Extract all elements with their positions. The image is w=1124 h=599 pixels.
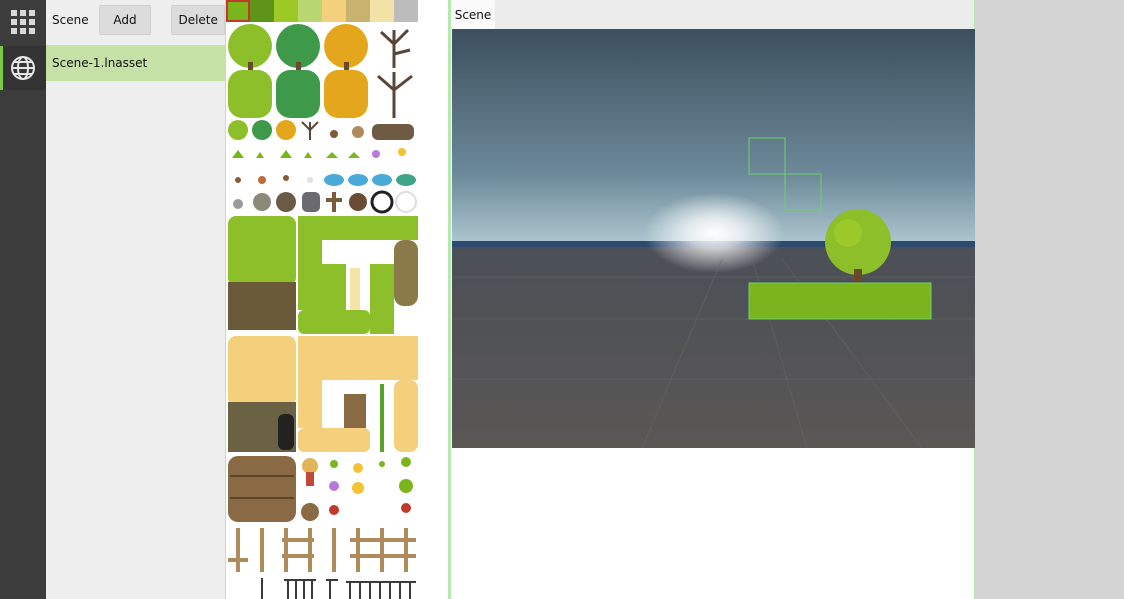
scene-tabbar: Scene [451, 0, 974, 29]
tab-scene[interactable]: Scene [451, 0, 495, 29]
delete-button[interactable]: Delete [171, 5, 225, 35]
iron-fence-tiles [261, 578, 416, 599]
grass-platform-object [748, 282, 932, 320]
scene-world-button[interactable] [0, 46, 46, 90]
scene-list-item-label: Scene-1.lnasset [52, 56, 148, 70]
scene-panel-title: Scene [52, 13, 89, 27]
sun-glow [644, 193, 784, 273]
tileset-image[interactable] [226, 0, 450, 599]
grass-cliff-tiles [228, 216, 418, 334]
sand-cliff-tiles [228, 336, 418, 452]
ground-plane [452, 243, 975, 448]
color-swatches [226, 0, 418, 22]
scene-panel-header: Scene Add Delete [46, 0, 225, 40]
scene-panel: Scene Add Delete Scene-1.lnasset [46, 0, 225, 599]
add-button[interactable]: Add [98, 5, 152, 35]
active-indicator [0, 46, 3, 90]
fence-tiles [228, 528, 416, 572]
tile-palette[interactable] [225, 0, 450, 599]
scene-list-item[interactable]: Scene-1.lnasset [46, 45, 225, 81]
inspector-area [975, 0, 1124, 599]
scene-viewport[interactable] [452, 29, 975, 448]
small-object-tiles [228, 120, 417, 214]
grid-icon [11, 10, 35, 34]
tree-tiles [228, 24, 413, 118]
scene-view-panel: Scene [450, 0, 975, 599]
farm-tiles [228, 456, 413, 522]
tile-grid-button[interactable] [0, 0, 46, 44]
globe-icon [11, 56, 35, 80]
activity-rail [0, 0, 46, 599]
